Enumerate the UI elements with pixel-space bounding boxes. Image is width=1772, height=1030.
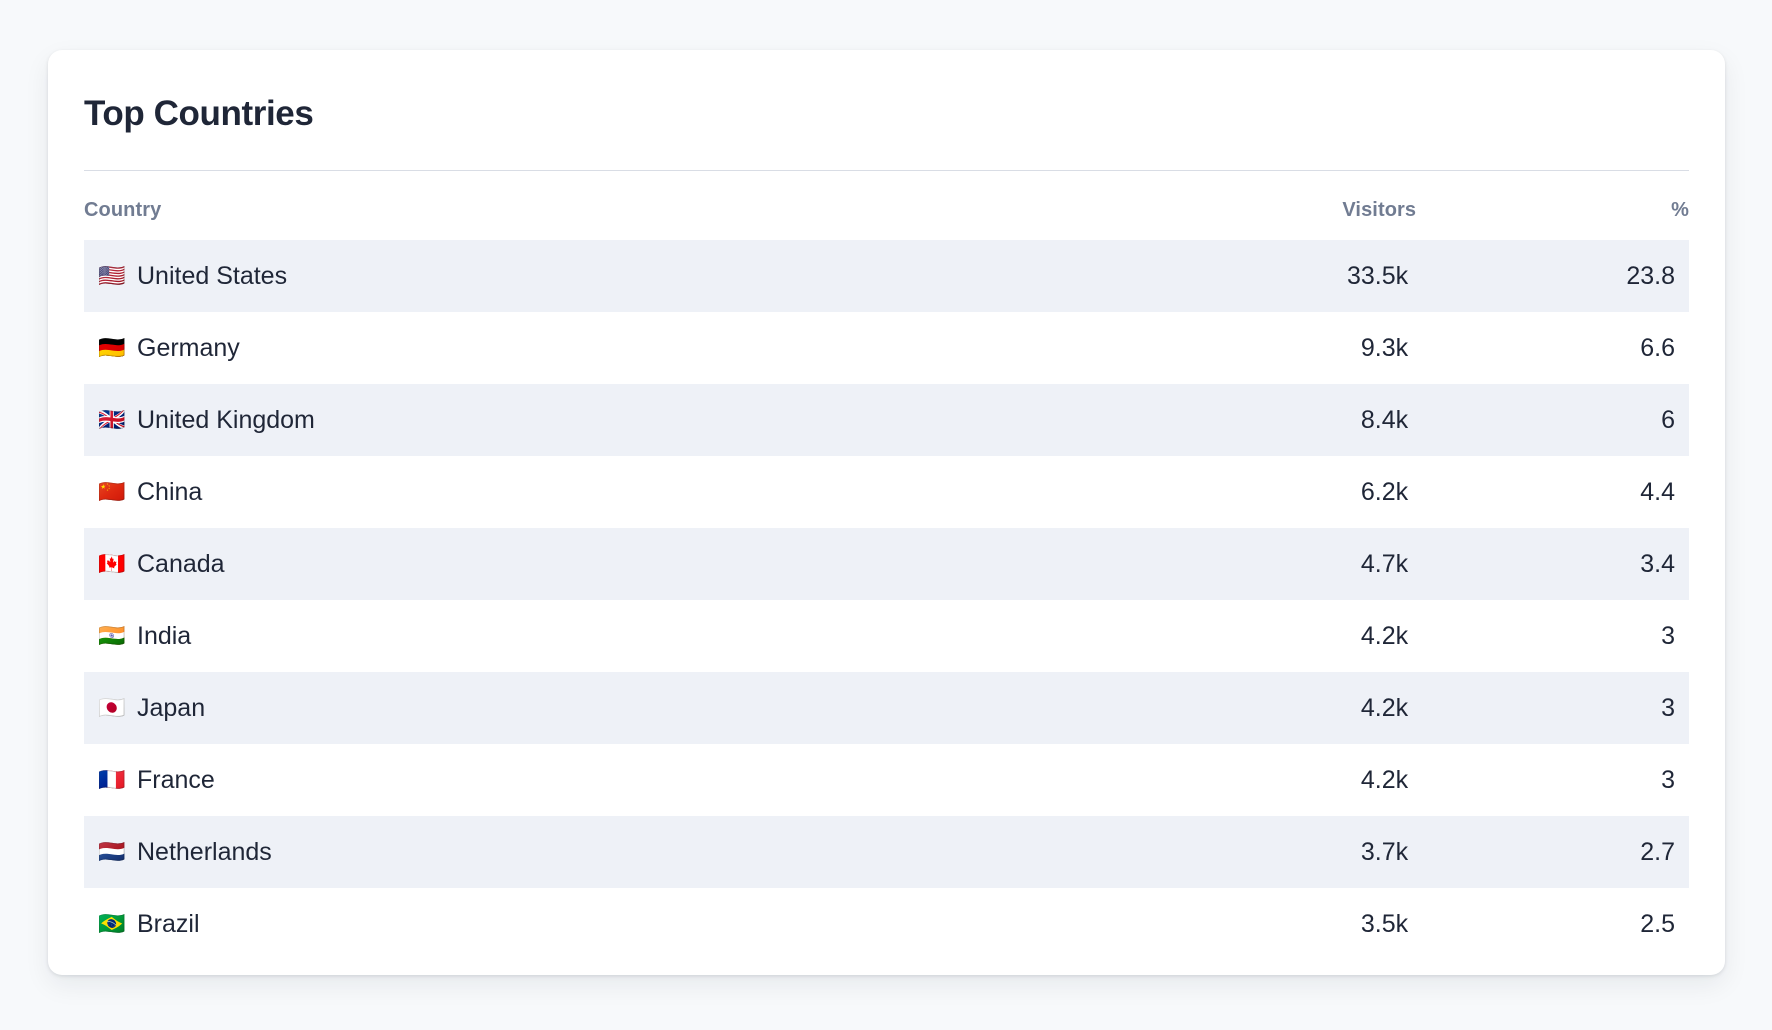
- flag-japan-icon: 🇯🇵: [98, 695, 126, 721]
- column-header-country[interactable]: Country: [84, 171, 1015, 240]
- cell-visitors: 6.2k: [1360, 477, 1409, 506]
- column-header-percent[interactable]: %: [1416, 171, 1689, 240]
- flag-germany-icon: 🇩🇪: [98, 335, 126, 361]
- flag-netherlands-icon: 🇳🇱: [98, 839, 126, 865]
- top-countries-table: Country Visitors % 🇺🇸 United States 33.5k 2…: [84, 171, 1689, 960]
- cell-visitors: 4.7k: [1360, 549, 1409, 578]
- cell-country: 🇮🇳 India: [84, 600, 1015, 672]
- cell-country: 🇧🇷 Brazil: [84, 888, 1015, 960]
- country-name: Japan: [137, 693, 206, 722]
- cell-visitors: 33.5k: [1346, 261, 1409, 290]
- flag-india-icon: 🇮🇳: [98, 623, 126, 649]
- country-cell: 🇨🇳 China: [98, 477, 1015, 506]
- table-row[interactable]: 🇫🇷 France 4.2k 3: [84, 744, 1689, 816]
- country-cell: 🇫🇷 France: [98, 765, 1015, 794]
- table-header-row: Country Visitors %: [84, 171, 1689, 240]
- flag-canada-icon: 🇨🇦: [98, 551, 126, 577]
- cell-percent: 3: [1661, 621, 1675, 650]
- table-row[interactable]: 🇩🇪 Germany 9.3k 6.6: [84, 312, 1689, 384]
- table-row[interactable]: 🇬🇧 United Kingdom 8.4k 6: [84, 384, 1689, 457]
- table-head: Country Visitors %: [84, 171, 1689, 240]
- cell-percent: 2.5: [1640, 909, 1675, 938]
- cell-country: 🇨🇳 China: [84, 456, 1015, 528]
- cell-visitors: 3.7k: [1360, 837, 1409, 866]
- cell-visitors: 4.2k: [1360, 621, 1409, 650]
- cell-country: 🇨🇦 Canada: [84, 528, 1015, 600]
- cell-visitors: 4.2k: [1360, 693, 1409, 722]
- column-header-visitors[interactable]: Visitors: [1015, 171, 1416, 240]
- table-row[interactable]: 🇺🇸 United States 33.5k 23.8: [84, 240, 1689, 313]
- cell-visitors: 3.5k: [1360, 909, 1409, 938]
- country-cell: 🇧🇷 Brazil: [98, 909, 1015, 938]
- country-cell: 🇯🇵 Japan: [98, 693, 1015, 722]
- card-header: Top Countries: [48, 50, 1725, 134]
- country-cell: 🇳🇱 Netherlands: [98, 837, 1015, 866]
- country-name: United States: [137, 261, 288, 290]
- cell-percent: 3: [1661, 765, 1675, 794]
- country-cell: 🇨🇦 Canada: [98, 549, 1015, 578]
- flag-france-icon: 🇫🇷: [98, 767, 126, 793]
- country-name: France: [137, 765, 215, 794]
- table-row[interactable]: 🇯🇵 Japan 4.2k 3: [84, 672, 1689, 745]
- country-name: Brazil: [137, 909, 200, 938]
- cell-percent: 6.6: [1640, 333, 1675, 362]
- flag-brazil-icon: 🇧🇷: [98, 911, 126, 937]
- page-root: Top Countries Country Visitors % 🇺🇸 Unite…: [0, 0, 1772, 1030]
- country-name: United Kingdom: [137, 405, 315, 434]
- top-countries-card: Top Countries Country Visitors % 🇺🇸 Unite…: [48, 50, 1725, 975]
- country-name: Canada: [137, 549, 225, 578]
- table-body: 🇺🇸 United States 33.5k 23.8 🇩🇪 Germany 9.3k 6.6…: [84, 240, 1689, 960]
- cell-country: 🇯🇵 Japan: [84, 672, 1015, 744]
- table-row[interactable]: 🇨🇦 Canada 4.7k 3.4: [84, 528, 1689, 601]
- cell-percent: 3: [1661, 693, 1675, 722]
- table-row[interactable]: 🇳🇱 Netherlands 3.7k 2.7: [84, 816, 1689, 889]
- country-cell: 🇩🇪 Germany: [98, 333, 1015, 362]
- table-row[interactable]: 🇮🇳 India 4.2k 3: [84, 600, 1689, 672]
- flag-china-icon: 🇨🇳: [98, 479, 126, 505]
- cell-country: 🇫🇷 France: [84, 744, 1015, 816]
- country-cell: 🇬🇧 United Kingdom: [98, 405, 1015, 434]
- cell-visitors: 4.2k: [1360, 765, 1409, 794]
- cell-percent: 2.7: [1640, 837, 1675, 866]
- country-name: China: [137, 477, 203, 506]
- cell-country: 🇳🇱 Netherlands: [84, 816, 1015, 888]
- cell-percent: 3.4: [1640, 549, 1675, 578]
- country-name: Netherlands: [137, 837, 272, 866]
- cell-country: 🇺🇸 United States: [84, 240, 1015, 312]
- cell-visitors: 9.3k: [1360, 333, 1409, 362]
- table-row[interactable]: 🇧🇷 Brazil 3.5k 2.5: [84, 888, 1689, 960]
- cell-country: 🇩🇪 Germany: [84, 312, 1015, 384]
- cell-visitors: 8.4k: [1360, 405, 1409, 434]
- cell-percent: 4.4: [1640, 477, 1675, 506]
- country-name: India: [137, 621, 192, 650]
- country-name: Germany: [137, 333, 240, 362]
- country-cell: 🇮🇳 India: [98, 621, 1015, 650]
- cell-percent: 23.8: [1626, 261, 1675, 290]
- flag-united-states-icon: 🇺🇸: [98, 263, 126, 289]
- page-title: Top Countries: [84, 94, 314, 133]
- flag-united-kingdom-icon: 🇬🇧: [98, 407, 126, 433]
- cell-country: 🇬🇧 United Kingdom: [84, 384, 1015, 456]
- country-cell: 🇺🇸 United States: [98, 261, 1015, 290]
- table-row[interactable]: 🇨🇳 China 6.2k 4.4: [84, 456, 1689, 528]
- cell-percent: 6: [1661, 405, 1675, 434]
